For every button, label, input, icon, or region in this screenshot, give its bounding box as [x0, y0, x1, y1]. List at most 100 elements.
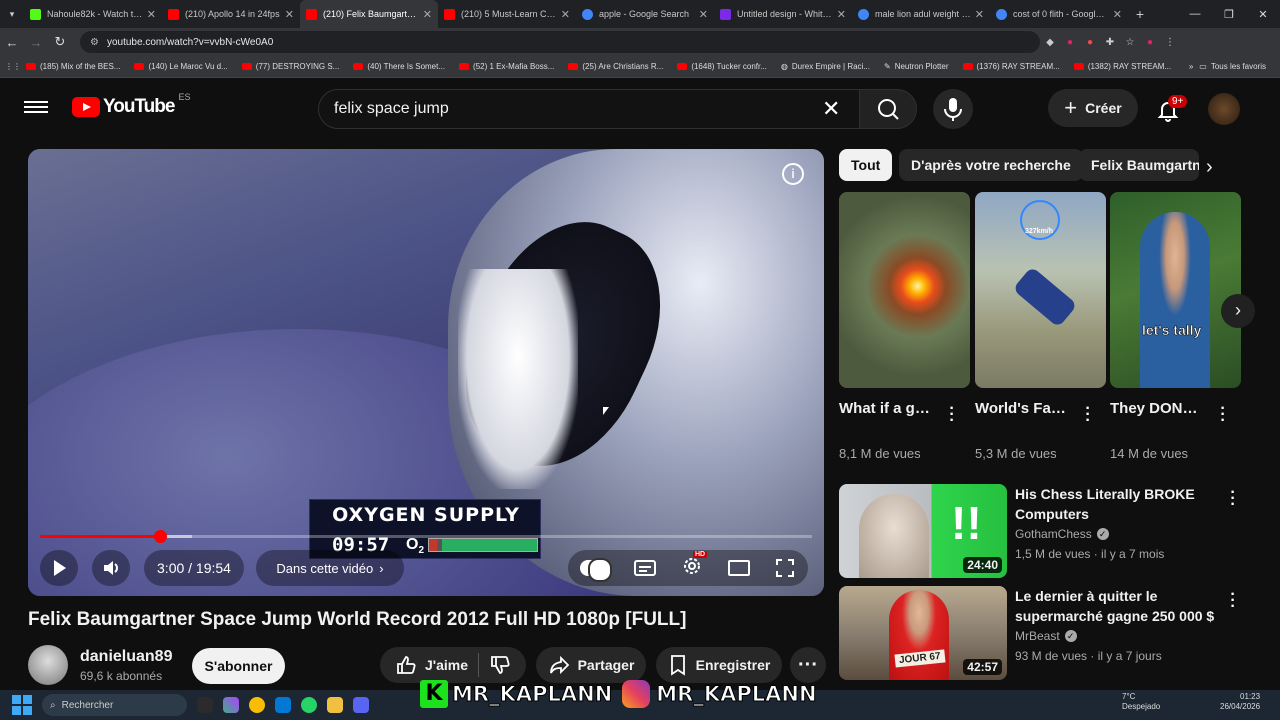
autoplay-toggle[interactable] [579, 558, 612, 582]
browser-tab[interactable]: Nahoule82k - Watch the ✕ [24, 0, 162, 28]
chip-related-search[interactable]: D'après votre recherche [899, 149, 1083, 181]
browser-tab-active[interactable]: (210) Felix Baumgartner S ✕ [300, 0, 438, 28]
save-button[interactable]: Enregistrer [656, 647, 782, 683]
bookmark-item[interactable]: (1376) RAY STREAM... [962, 62, 1060, 71]
channel-name[interactable]: GothamChess ✓ [1015, 527, 1109, 541]
short-title[interactable]: World's Fastest ... [975, 398, 1071, 420]
more-options-icon[interactable]: · · · [947, 401, 957, 429]
channel-name[interactable]: MrBeast ✓ [1015, 629, 1077, 643]
close-icon[interactable]: ✕ [699, 8, 708, 21]
share-button[interactable]: Partager [536, 647, 646, 683]
copilot-icon[interactable] [223, 697, 239, 713]
extensions-puzzle-icon[interactable]: ✚ [1100, 37, 1120, 48]
tab-search-button[interactable]: ▾ [0, 0, 24, 28]
bookmark-item[interactable]: ✎ Neutron Plotter [884, 62, 949, 71]
reload-icon[interactable]: ↻ [48, 34, 72, 50]
bookmark-item[interactable]: (77) DESTROYING S... [241, 62, 339, 71]
chapters-button[interactable]: Dans cette vidéo › [256, 550, 404, 586]
site-info-icon[interactable]: ⚙ [90, 37, 99, 48]
shorts-next-button[interactable]: › [1221, 294, 1255, 328]
discord-icon[interactable] [353, 697, 369, 713]
bookmark-item[interactable]: (40) There Is Somet... [353, 62, 445, 71]
back-icon[interactable]: ← [0, 35, 24, 50]
browser-tab[interactable]: Untitled design - Whitebo ✕ [714, 0, 852, 28]
system-clock[interactable]: 01:23 26/04/2026 [1220, 692, 1260, 712]
bookmark-star-icon[interactable]: ☆ [1120, 37, 1140, 48]
browser-tab[interactable]: (210) 5 Must-Learn Cinem ✕ [438, 0, 576, 28]
play-button[interactable] [40, 550, 78, 586]
short-title[interactable]: What if a grain of sa... [839, 398, 935, 420]
search-input[interactable]: felix space jump [318, 89, 860, 129]
more-options-icon[interactable]: · · · [1083, 401, 1093, 429]
settings-button[interactable]: HD [680, 550, 708, 583]
chrome-icon[interactable] [249, 697, 265, 713]
minimize-icon[interactable]: — [1178, 8, 1212, 20]
channel-name[interactable]: danieluan89 [80, 648, 172, 666]
more-actions-button[interactable]: ··· [790, 647, 826, 683]
short-thumbnail[interactable] [839, 192, 970, 388]
bookmark-item[interactable]: (52) 1 Ex-Mafia Boss... [459, 62, 554, 71]
kebab-menu-icon[interactable]: ⋮ [1160, 37, 1180, 48]
bookmarks-overflow-icon[interactable]: » [1189, 62, 1193, 71]
scrubber-handle[interactable] [153, 530, 167, 543]
close-window-icon[interactable]: ✕ [1246, 8, 1280, 21]
short-title[interactable]: They DONT KNOW [1110, 398, 1206, 420]
voice-search-button[interactable] [933, 89, 973, 129]
new-tab-button[interactable]: + [1128, 6, 1152, 22]
browser-tab[interactable]: (210) Apollo 14 in 24fps ✕ [162, 0, 300, 28]
thumbs-down-icon[interactable] [489, 654, 511, 676]
bookmark-item[interactable]: (140) Le Maroc Vu d... [134, 62, 228, 71]
forward-icon[interactable]: → [24, 35, 48, 50]
close-icon[interactable]: ✕ [285, 8, 294, 21]
more-options-icon[interactable]: · · · [1228, 587, 1238, 615]
windows-start-icon[interactable] [12, 695, 32, 715]
bookmark-item[interactable]: (185) Mix of the BES... [26, 62, 120, 71]
file-explorer-icon[interactable] [327, 697, 343, 713]
bookmark-item[interactable]: ◍ Durex Empire | Raci... [781, 62, 870, 71]
address-bar[interactable]: ⚙ youtube.com/watch?v=vvbN-cWe0A0 [80, 31, 1040, 53]
video-player[interactable]: i OXYGEN SUPPLY 09:57 O2 3:00 / 19:54 Da… [28, 149, 824, 596]
fullscreen-icon[interactable] [774, 557, 796, 579]
short-thumbnail[interactable]: 327km/h [975, 192, 1106, 388]
close-icon[interactable]: ✕ [975, 8, 984, 21]
chevron-right-icon[interactable]: › [1206, 156, 1213, 179]
browser-tab[interactable]: male lion adul weight - G ✕ [852, 0, 990, 28]
bookmark-item[interactable]: (1382) RAY STREAM... [1073, 62, 1171, 71]
search-button[interactable] [859, 89, 917, 129]
task-view-icon[interactable] [197, 697, 213, 713]
taskbar-search[interactable]: ⌕ Rechercher [42, 694, 187, 716]
profile-icon[interactable]: ● [1140, 37, 1160, 48]
close-icon[interactable]: ✕ [147, 8, 156, 21]
theater-mode-icon[interactable] [727, 558, 751, 578]
account-avatar[interactable] [1208, 93, 1240, 125]
more-options-icon[interactable]: · · · [1228, 485, 1238, 513]
subtitles-icon[interactable] [633, 558, 657, 578]
bookmark-item[interactable]: (1648) Tucker confr... [677, 62, 767, 71]
close-icon[interactable]: ✕ [561, 8, 570, 21]
clear-search-icon[interactable]: ✕ [822, 96, 840, 122]
extension-icon[interactable]: ◆ [1040, 37, 1060, 48]
progress-bar[interactable] [40, 530, 812, 543]
video-title[interactable]: His Chess Literally BROKE Computers [1015, 484, 1215, 524]
like-button[interactable]: J'aime [395, 654, 468, 676]
close-icon[interactable]: ✕ [837, 8, 846, 21]
hamburger-menu-icon[interactable] [24, 98, 48, 118]
more-options-icon[interactable]: · · · [1218, 401, 1228, 429]
video-thumbnail[interactable]: !! 24:40 [839, 484, 1007, 578]
browser-tab[interactable]: cost of 0 flith - Google Se ✕ [990, 0, 1128, 28]
outlook-icon[interactable] [275, 697, 291, 713]
chip-felix-baumgartner[interactable]: Felix Baumgartn [1079, 149, 1199, 181]
create-button[interactable]: + Créer [1048, 89, 1138, 127]
all-bookmarks[interactable]: ▭ Tous les favoris [1199, 62, 1266, 71]
subscribe-button[interactable]: S'abonner [192, 648, 285, 684]
extension-icon[interactable]: ● [1080, 37, 1100, 48]
chip-all[interactable]: Tout [839, 149, 893, 181]
channel-avatar[interactable] [28, 645, 68, 685]
browser-tab[interactable]: apple - Google Search ✕ [576, 0, 714, 28]
close-icon[interactable]: ✕ [423, 8, 432, 21]
video-thumbnail[interactable]: JOUR 67 42:57 [839, 586, 1007, 680]
restore-icon[interactable]: ❐ [1212, 8, 1246, 21]
video-title[interactable]: Le dernier à quitter le supermarché gagn… [1015, 586, 1215, 626]
short-thumbnail[interactable]: let's tally [1110, 192, 1241, 388]
volume-button[interactable] [92, 550, 130, 586]
